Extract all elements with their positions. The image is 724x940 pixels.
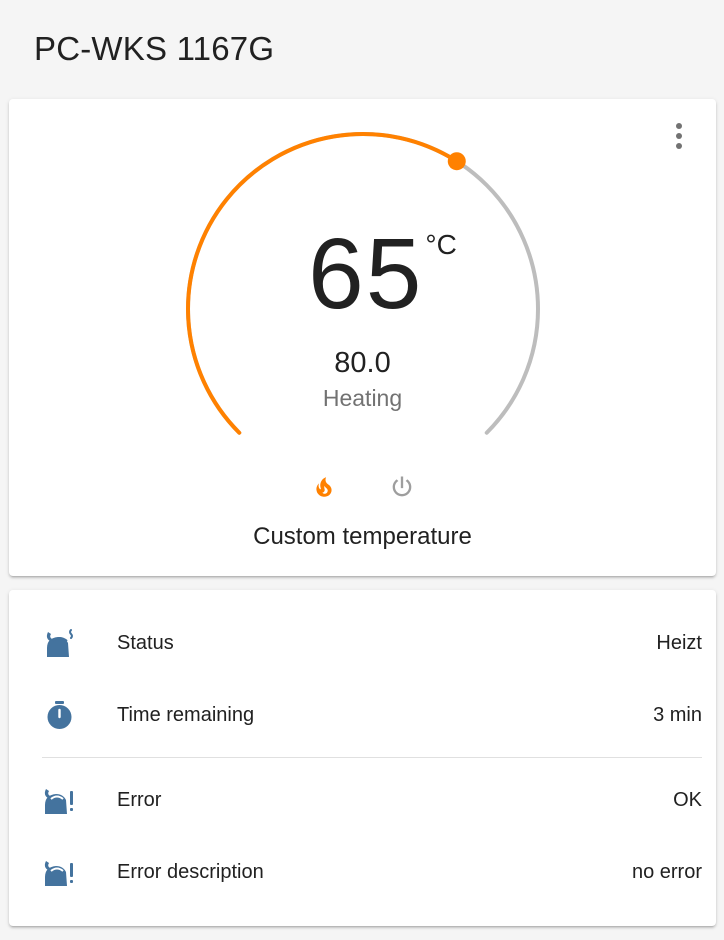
off-mode-button[interactable] [387,471,417,503]
kettle-steam-icon [42,626,76,660]
target-temperature: 80.0 [334,347,391,379]
temperature-dial[interactable] [9,99,716,576]
fire-icon [315,477,332,497]
entity-label: Error [117,788,162,811]
entity-value: no error [631,860,702,883]
entity-value: OK [673,788,702,811]
entities-card: Status Heizt Time remaining 3 min Error … [9,590,716,926]
kettle-alert-icon [42,855,76,889]
timer-icon [42,698,76,732]
entity-label: Error description [117,860,264,883]
kettle-alert-icon [42,783,76,817]
heat-mode-button[interactable] [309,471,339,503]
entity-row-error[interactable]: Error OK [42,778,702,822]
hvac-action: Heating [322,385,403,411]
power-icon [392,476,411,497]
entity-label: Time remaining [117,703,255,726]
dial-handle[interactable] [447,152,466,171]
entity-value: Heizt [656,631,702,654]
temperature-unit: °C [425,229,457,260]
page-title: PC-WKS 1167G [34,30,275,67]
current-temperature-value: 65 [308,218,424,330]
thermostat-card: 65 °C 80.0 Heating Custom temperature [9,99,716,576]
divider [42,757,702,758]
hvac-modes [9,471,716,503]
current-temperature: 65 °C [9,219,716,329]
entity-value: 3 min [653,703,702,726]
entity-row-status[interactable]: Status Heizt [42,621,702,665]
entity-label: Status [117,631,174,654]
entity-row-time-remaining[interactable]: Time remaining 3 min [42,693,702,737]
preset-name: Custom temperature [253,523,472,550]
entity-row-error-description[interactable]: Error description no error [42,850,702,894]
